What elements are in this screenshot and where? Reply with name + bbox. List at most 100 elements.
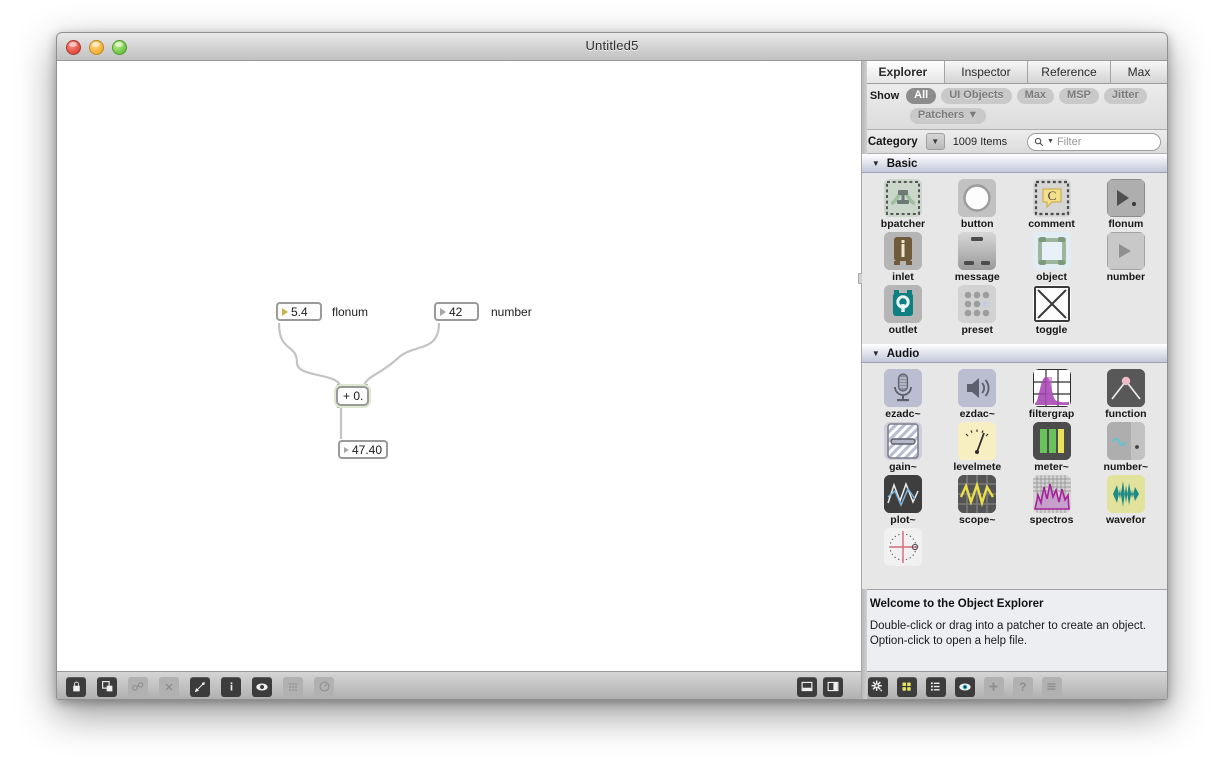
object-list-scroll[interactable]: ▼ Basic bpatcher button C comment flonum… <box>861 154 1167 589</box>
number-object-42[interactable]: 42 <box>434 302 479 321</box>
search-input[interactable]: ▼ Filter <box>1027 132 1161 151</box>
object-cell-scope[interactable]: scope~ <box>940 475 1014 526</box>
number-triangle-icon <box>440 307 446 316</box>
object-cell-waveform[interactable]: wavefor <box>1089 475 1163 526</box>
snap-icon[interactable] <box>314 676 334 697</box>
object-label-comment: comment <box>1028 218 1075 230</box>
object-cell-spectroscope[interactable]: spectros <box>1014 475 1088 526</box>
object-cell-number[interactable]: number <box>1089 232 1163 283</box>
spectroscope-icon <box>1032 475 1071 513</box>
filter-ui-objects[interactable]: UI Objects <box>941 88 1012 104</box>
filter-msp[interactable]: MSP <box>1059 88 1099 104</box>
ezdac-icon <box>958 369 997 407</box>
tab-explorer[interactable]: Explorer <box>861 61 945 83</box>
object-cell-empty <box>1089 285 1163 336</box>
info-icon[interactable] <box>221 676 241 697</box>
comment-flonum[interactable]: flonum <box>332 305 368 319</box>
window-titlebar[interactable]: Untitled5 <box>57 33 1167 61</box>
object-cell-function[interactable]: function <box>1089 369 1163 420</box>
flonum-icon <box>1106 179 1145 217</box>
object-cell-ezadc[interactable]: ezadc~ <box>866 369 940 420</box>
filter-all[interactable]: All <box>906 88 937 104</box>
object-plus[interactable]: + 0. <box>336 386 369 406</box>
tab-reference[interactable]: Reference <box>1027 61 1112 83</box>
number-value: 42 <box>449 304 463 319</box>
object-cell-comment[interactable]: C comment <box>1014 179 1088 230</box>
object-cell-filtergraph[interactable]: filtergrap <box>1014 369 1088 420</box>
object-explorer-sidebar: Explorer Inspector Reference Max Show Al… <box>857 61 1167 699</box>
presentation-icon[interactable] <box>97 676 117 697</box>
object-label-filtergraph-2: filtergrap <box>1028 408 1075 420</box>
inspector-icon[interactable] <box>128 676 148 697</box>
comment-icon: C <box>1032 179 1071 217</box>
section-header-audio[interactable]: ▼ Audio <box>861 344 1167 363</box>
menu-icon[interactable] <box>1041 676 1062 697</box>
object-cell-message[interactable]: message <box>940 232 1014 283</box>
filtergraph-icon <box>1032 369 1071 407</box>
filter-patchers-dropdown[interactable]: Patchers ▼ <box>909 108 987 124</box>
section-header-basic[interactable]: ▼ Basic <box>861 154 1167 173</box>
section-title-audio: Audio <box>886 347 920 360</box>
object-cell-plot[interactable]: plot~ <box>866 475 940 526</box>
result-value: 47.40 <box>352 442 383 457</box>
lock-icon[interactable] <box>66 676 86 697</box>
tab-max-label: Max <box>1127 65 1151 79</box>
object-cell-bpatcher[interactable]: bpatcher <box>866 179 940 230</box>
number-icon <box>1106 232 1145 270</box>
object-grid-audio: ezadc~ ezdac~ filtergrap function gain~ … <box>862 363 1167 575</box>
button-icon <box>958 179 997 217</box>
search-placeholder: Filter <box>1056 135 1082 148</box>
object-cell-preset[interactable]: preset <box>940 285 1014 336</box>
panel-bottom-icon[interactable] <box>797 676 817 697</box>
tab-inspector[interactable]: Inspector <box>944 61 1028 83</box>
hide-icon[interactable] <box>252 676 272 697</box>
patcher-toolbar-left <box>57 676 334 697</box>
caret-down-icon-audio: ▼ <box>871 349 880 358</box>
settings-gear-icon[interactable] <box>867 676 888 697</box>
object-label-flonum: flonum <box>1108 218 1144 230</box>
object-cell-flonum[interactable]: flonum <box>1089 179 1163 230</box>
object-cell-inlet[interactable]: inlet <box>866 232 940 283</box>
comment-number[interactable]: number <box>491 305 532 319</box>
object-cell-outlet[interactable]: outlet <box>866 285 940 336</box>
filter-max[interactable]: Max <box>1016 88 1055 104</box>
levelmeter-icon <box>958 422 997 460</box>
eye-icon[interactable] <box>954 676 975 697</box>
object-cell-numbertilde[interactable]: number~ <box>1089 422 1163 473</box>
object-grid-basic: bpatcher button C comment flonum inlet m… <box>862 173 1167 344</box>
chevron-down-icon[interactable]: ▼ <box>925 133 945 150</box>
grid-icon[interactable] <box>283 676 303 697</box>
patcher-canvas[interactable]: 5.4 flonum 42 number + 0. 47.40 <box>57 61 864 671</box>
radiogroup-icon <box>883 528 922 566</box>
flonum-object-5-4[interactable]: 5.4 <box>276 302 322 321</box>
object-label-message: message <box>954 271 1000 283</box>
object-cell-button[interactable]: button <box>940 179 1014 230</box>
ezadc-icon <box>883 369 922 407</box>
info-line-1: Double-click or drag into a patcher to c… <box>869 620 1146 632</box>
function-icon <box>1106 369 1145 407</box>
object-cell-levelmeter[interactable]: levelmete <box>940 422 1014 473</box>
plus-icon[interactable] <box>983 676 1004 697</box>
object-cell-gain[interactable]: gain~ <box>866 422 940 473</box>
category-label: Category <box>867 135 918 148</box>
object-label-levelmeter: levelmete <box>953 461 1002 473</box>
message-icon <box>958 232 997 270</box>
grid-view-icon[interactable] <box>896 676 917 697</box>
filter-jitter[interactable]: Jitter <box>1103 88 1147 104</box>
sidebar-object-icon[interactable] <box>190 676 210 697</box>
object-cell-ezdac[interactable]: ezdac~ <box>940 369 1014 420</box>
tab-max[interactable]: Max <box>1111 61 1167 83</box>
delete-icon[interactable] <box>159 676 179 697</box>
object-cell-radiogroup[interactable] <box>866 528 940 567</box>
object-cell-object[interactable]: object <box>1014 232 1088 283</box>
panel-side-icon[interactable] <box>823 676 843 697</box>
object-cell-toggle[interactable]: toggle <box>1014 285 1088 336</box>
object-icon <box>1032 232 1071 270</box>
object-label-outlet: outlet <box>888 324 918 336</box>
search-scope-caret-icon[interactable]: ▼ <box>1047 138 1054 145</box>
flonum-object-result[interactable]: 47.40 <box>338 440 388 459</box>
list-view-icon[interactable] <box>925 676 946 697</box>
help-icon[interactable]: ? <box>1012 676 1033 697</box>
info-title: Welcome to the Object Explorer <box>869 598 1044 610</box>
object-cell-meter[interactable]: meter~ <box>1014 422 1088 473</box>
